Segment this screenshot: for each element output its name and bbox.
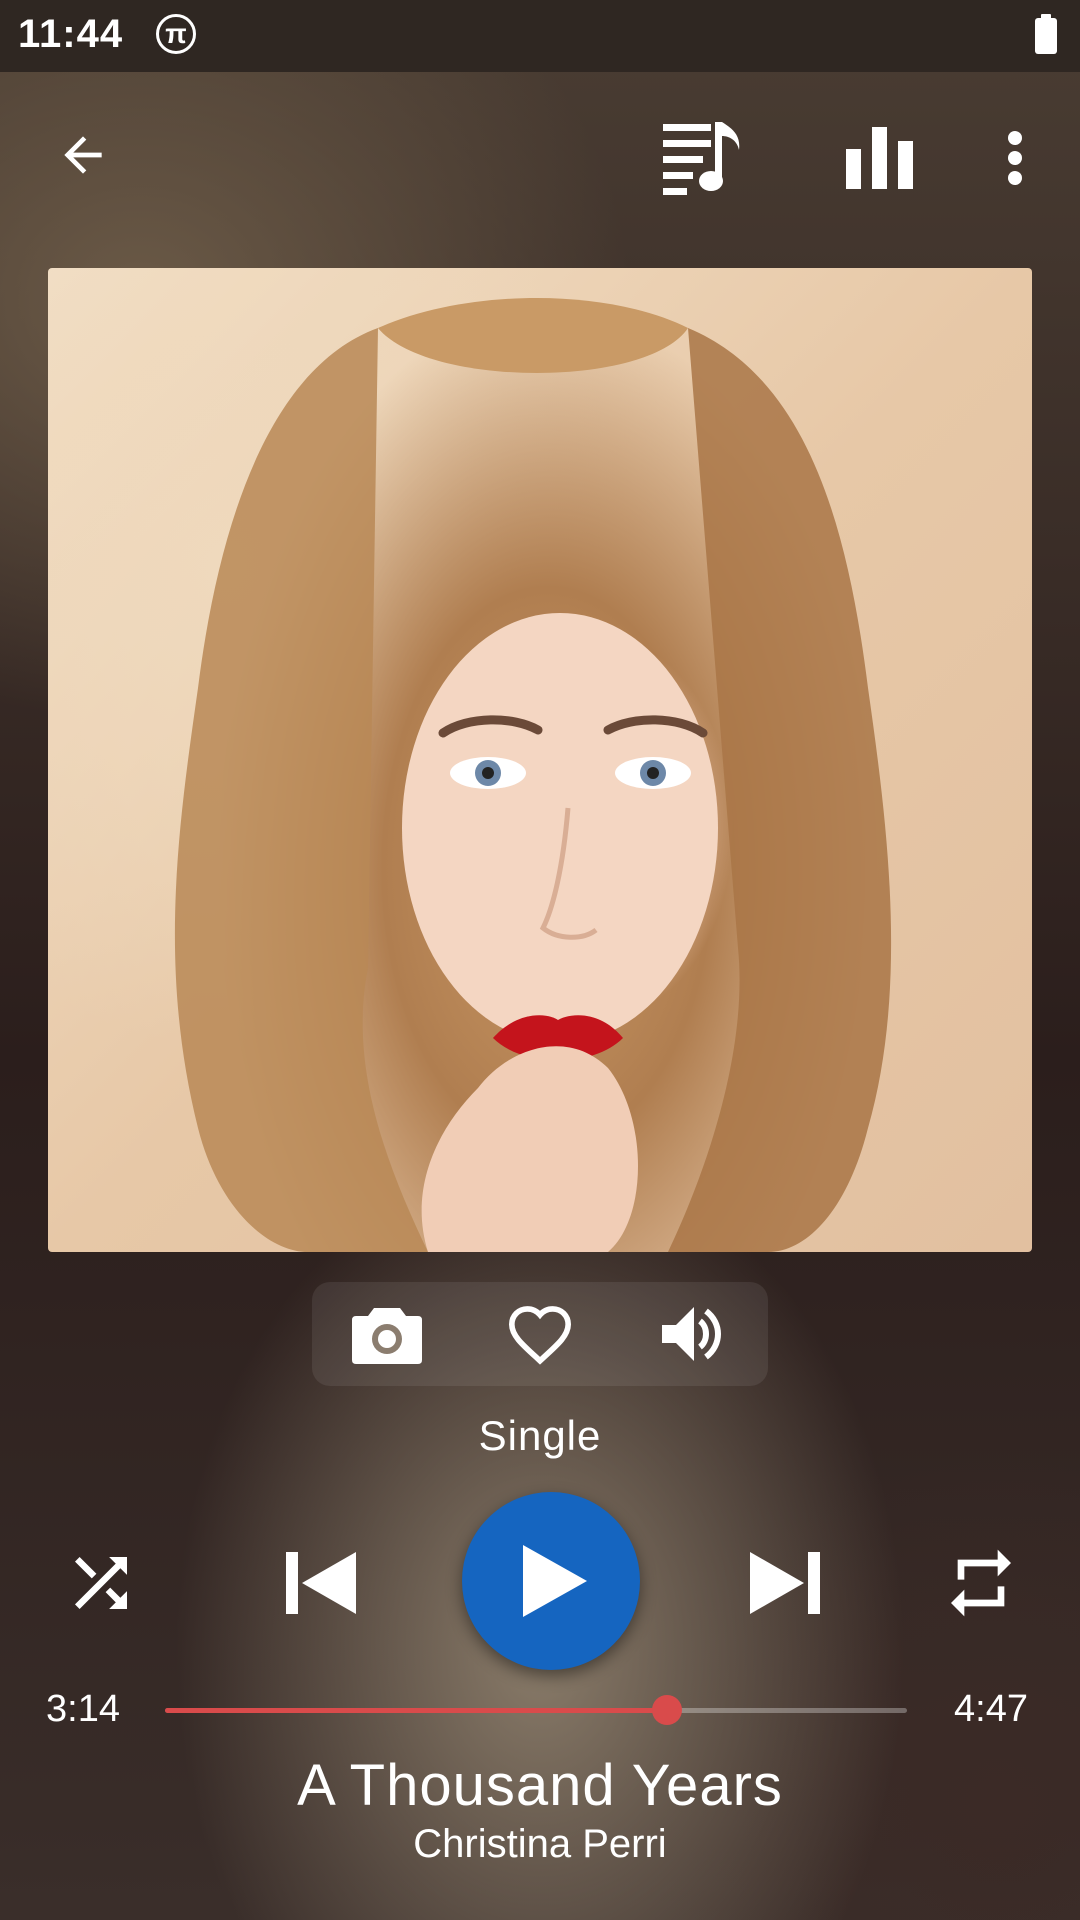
play-button[interactable]	[462, 1492, 640, 1670]
back-button[interactable]	[48, 120, 118, 190]
more-vert-icon	[1008, 131, 1022, 185]
favorite-button[interactable]	[500, 1300, 580, 1368]
more-options-button[interactable]	[990, 118, 1040, 198]
album-name: Single	[478, 1412, 602, 1459]
equalizer-button[interactable]	[840, 118, 920, 198]
heart-outline-icon	[508, 1306, 572, 1365]
current-time: 3:14	[46, 1688, 120, 1730]
queue-button[interactable]	[660, 118, 750, 198]
status-time: 11:44	[18, 12, 124, 56]
play-icon	[523, 1545, 587, 1617]
song-title: A Thousand Years	[297, 1753, 783, 1818]
next-button[interactable]	[740, 1538, 830, 1628]
seek-progress	[165, 1708, 667, 1713]
shuffle-button[interactable]	[56, 1538, 146, 1628]
volume-button[interactable]	[655, 1300, 735, 1368]
playlist-music-icon	[663, 122, 740, 195]
previous-button[interactable]	[276, 1538, 366, 1628]
pi-icon: π	[156, 14, 196, 54]
arrow-left-icon	[64, 136, 102, 174]
skip-next-icon	[750, 1552, 820, 1614]
equalizer-icon	[846, 127, 913, 189]
seek-thumb[interactable]	[651, 1695, 682, 1725]
album-art	[48, 268, 1032, 1252]
song-artist: Christina Perri	[413, 1822, 667, 1866]
repeat-button[interactable]	[936, 1538, 1026, 1628]
camera-button[interactable]	[345, 1300, 429, 1368]
shuffle-icon	[75, 1557, 127, 1609]
battery-icon	[1035, 14, 1057, 54]
camera-icon	[352, 1308, 422, 1364]
status-bar: 11:44 π	[0, 0, 1080, 72]
seek-bar[interactable]	[165, 1695, 907, 1725]
volume-icon	[662, 1307, 721, 1361]
skip-previous-icon	[286, 1552, 356, 1614]
repeat-icon	[951, 1549, 1011, 1617]
total-time: 4:47	[954, 1688, 1028, 1730]
